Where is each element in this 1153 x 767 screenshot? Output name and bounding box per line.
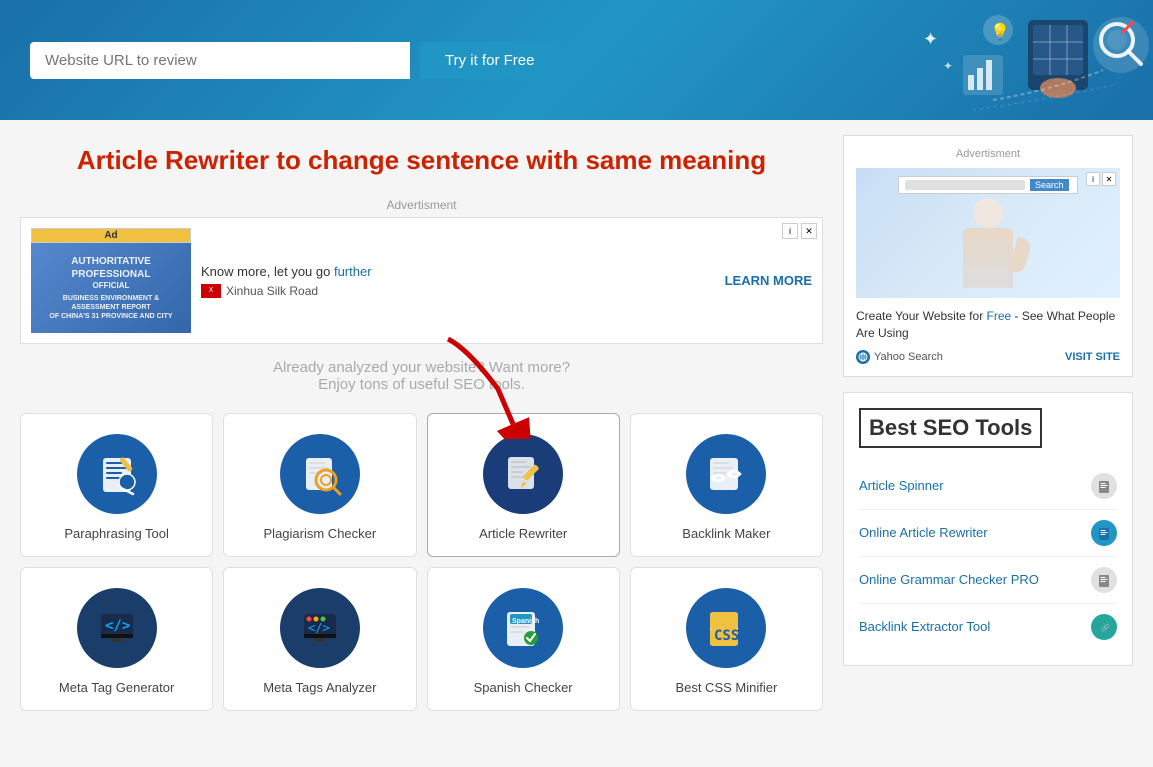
sidebar-ad-free-link[interactable]: Free [987,309,1012,323]
seo-tool-badge-2 [1091,567,1117,593]
svg-text:</>: </> [105,618,130,634]
seo-tool-badge-3: 🔗 [1091,614,1117,640]
desc-arrow-area: Already analyzed your website? Want more… [20,359,823,393]
tool-card-plagiarism[interactable]: Plagiarism Checker [223,413,416,557]
tool-card-css[interactable]: CSS Best CSS Minifier [630,567,823,711]
visit-site-link[interactable]: VISIT SITE [1065,351,1120,363]
seo-tool-link-2: Online Grammar Checker PRO [859,572,1039,587]
tools-grid-row2: </> Meta Tag Generator </> [20,567,823,711]
svg-text:🔗: 🔗 [1101,623,1110,632]
header-search-area: Try it for Free [30,42,559,79]
ad-info-btn[interactable]: i [782,223,798,239]
ad-controls: i ✕ [782,223,817,239]
yahoo-source: Yahoo Search [856,350,943,364]
tool-card-metatag[interactable]: </> Meta Tag Generator [20,567,213,711]
ad-image-container: Ad AUTHORITATIVE PROFESSIONAL OFFICIAL B… [31,228,191,333]
xinhua-logo: X [201,284,221,298]
css-icon: CSS [686,588,766,668]
sidebar-ad-close-btn[interactable]: ✕ [1102,172,1116,186]
learn-more-link[interactable]: LEARN MORE [725,273,812,288]
tool-card-metataganalyzer[interactable]: </> Meta Tags Analyzer [223,567,416,711]
header: Try it for Free ✦ ✦ [0,0,1153,120]
metataganalyzer-icon: </> [280,588,360,668]
right-sidebar: Advertisment Ad Search [843,135,1133,721]
sidebar-ad-image: Ad Search [856,168,1120,298]
plagiarism-icon [280,434,360,514]
tool-label-metatag: Meta Tag Generator [59,680,174,695]
ad-image: AUTHORITATIVE PROFESSIONAL OFFICIAL BUSI… [31,243,191,333]
ad-badge: Ad [31,228,191,243]
tool-label-rewriter: Article Rewriter [479,526,567,541]
seo-tool-item-3[interactable]: Backlink Extractor Tool 🔗 [859,604,1117,650]
tools-grid: Paraphrasing Tool Plagiarism Checker [20,413,823,557]
tool-label-plagiarism: Plagiarism Checker [264,526,377,541]
ad-section: Advertisment Ad AUTHORITATIVE PROFESSION… [20,198,823,344]
svg-text:</>: </> [308,621,330,635]
svg-text:Spanish: Spanish [512,618,539,625]
try-free-button[interactable]: Try it for Free [420,42,559,79]
seo-tool-link-0: Article Spinner [859,478,944,493]
seo-tool-badge-0 [1091,473,1117,499]
metatag-icon: </> [77,588,157,668]
svg-text:💡: 💡 [990,22,1010,41]
paraphrase-icon [77,434,157,514]
ad-box: Ad AUTHORITATIVE PROFESSIONAL OFFICIAL B… [20,217,823,344]
header-decoration: ✦ ✦ [733,0,1153,120]
seo-tools-title: Best SEO Tools [859,408,1042,448]
sidebar-ad-label: Advertisment [856,148,1120,160]
yahoo-globe-icon [856,350,870,364]
header-decoration-svg: ✦ ✦ [733,0,1153,120]
seo-tool-item-2[interactable]: Online Grammar Checker PRO [859,557,1117,604]
sidebar-ad-footer: Yahoo Search VISIT SITE [856,350,1120,364]
desc-text: Already analyzed your website? Want more… [20,359,823,393]
seo-tools-box: Best SEO Tools Article Spinner Online Ar… [843,392,1133,666]
red-arrow [438,329,558,444]
url-input[interactable] [30,42,410,79]
svg-text:✦: ✦ [943,59,953,73]
tool-card-spanish[interactable]: Spanish Spanish Checker [427,567,620,711]
page-title: Article Rewriter to change sentence with… [20,135,823,186]
sidebar-ad-desc: Create Your Website for Free - See What … [856,308,1120,342]
sidebar-ad-box: Advertisment Ad Search [843,135,1133,377]
tool-label-css: Best CSS Minifier [675,680,777,695]
svg-text:CSS: CSS [714,628,739,644]
tool-label-metataganalyzer: Meta Tags Analyzer [263,680,376,695]
tool-card-backlink[interactable]: Backlink Maker [630,413,823,557]
tool-label-backlink: Backlink Maker [682,526,770,541]
ad-source-text: Xinhua Silk Road [226,284,318,298]
ad-link[interactable]: further [334,264,372,279]
ad-label: Advertisment [20,198,823,212]
ad-close-btn[interactable]: ✕ [801,223,817,239]
rewriter-icon [483,434,563,514]
svg-text:✦: ✦ [923,29,938,49]
backlink-icon [686,434,766,514]
seo-tool-badge-1 [1091,520,1117,546]
seo-tool-link-1: Online Article Rewriter [859,525,988,540]
left-content: Article Rewriter to change sentence with… [20,135,823,721]
tool-card-paraphrasing[interactable]: Paraphrasing Tool [20,413,213,557]
seo-tool-item-0[interactable]: Article Spinner [859,463,1117,510]
ad-source: X Xinhua Silk Road [201,284,715,298]
main-layout: Article Rewriter to change sentence with… [0,120,1153,736]
ad-content: Know more, let you go further X Xinhua S… [201,264,715,298]
ad-title: Know more, let you go further [201,264,715,279]
seo-tool-link-3: Backlink Extractor Tool [859,619,990,634]
sidebar-ad-info-btn[interactable]: i [1086,172,1100,186]
yahoo-source-text: Yahoo Search [874,351,943,363]
tool-label-spanish: Spanish Checker [474,680,573,695]
seo-tool-item-1[interactable]: Online Article Rewriter [859,510,1117,557]
spanish-icon: Spanish [483,588,563,668]
tool-label-paraphrasing: Paraphrasing Tool [64,526,169,541]
